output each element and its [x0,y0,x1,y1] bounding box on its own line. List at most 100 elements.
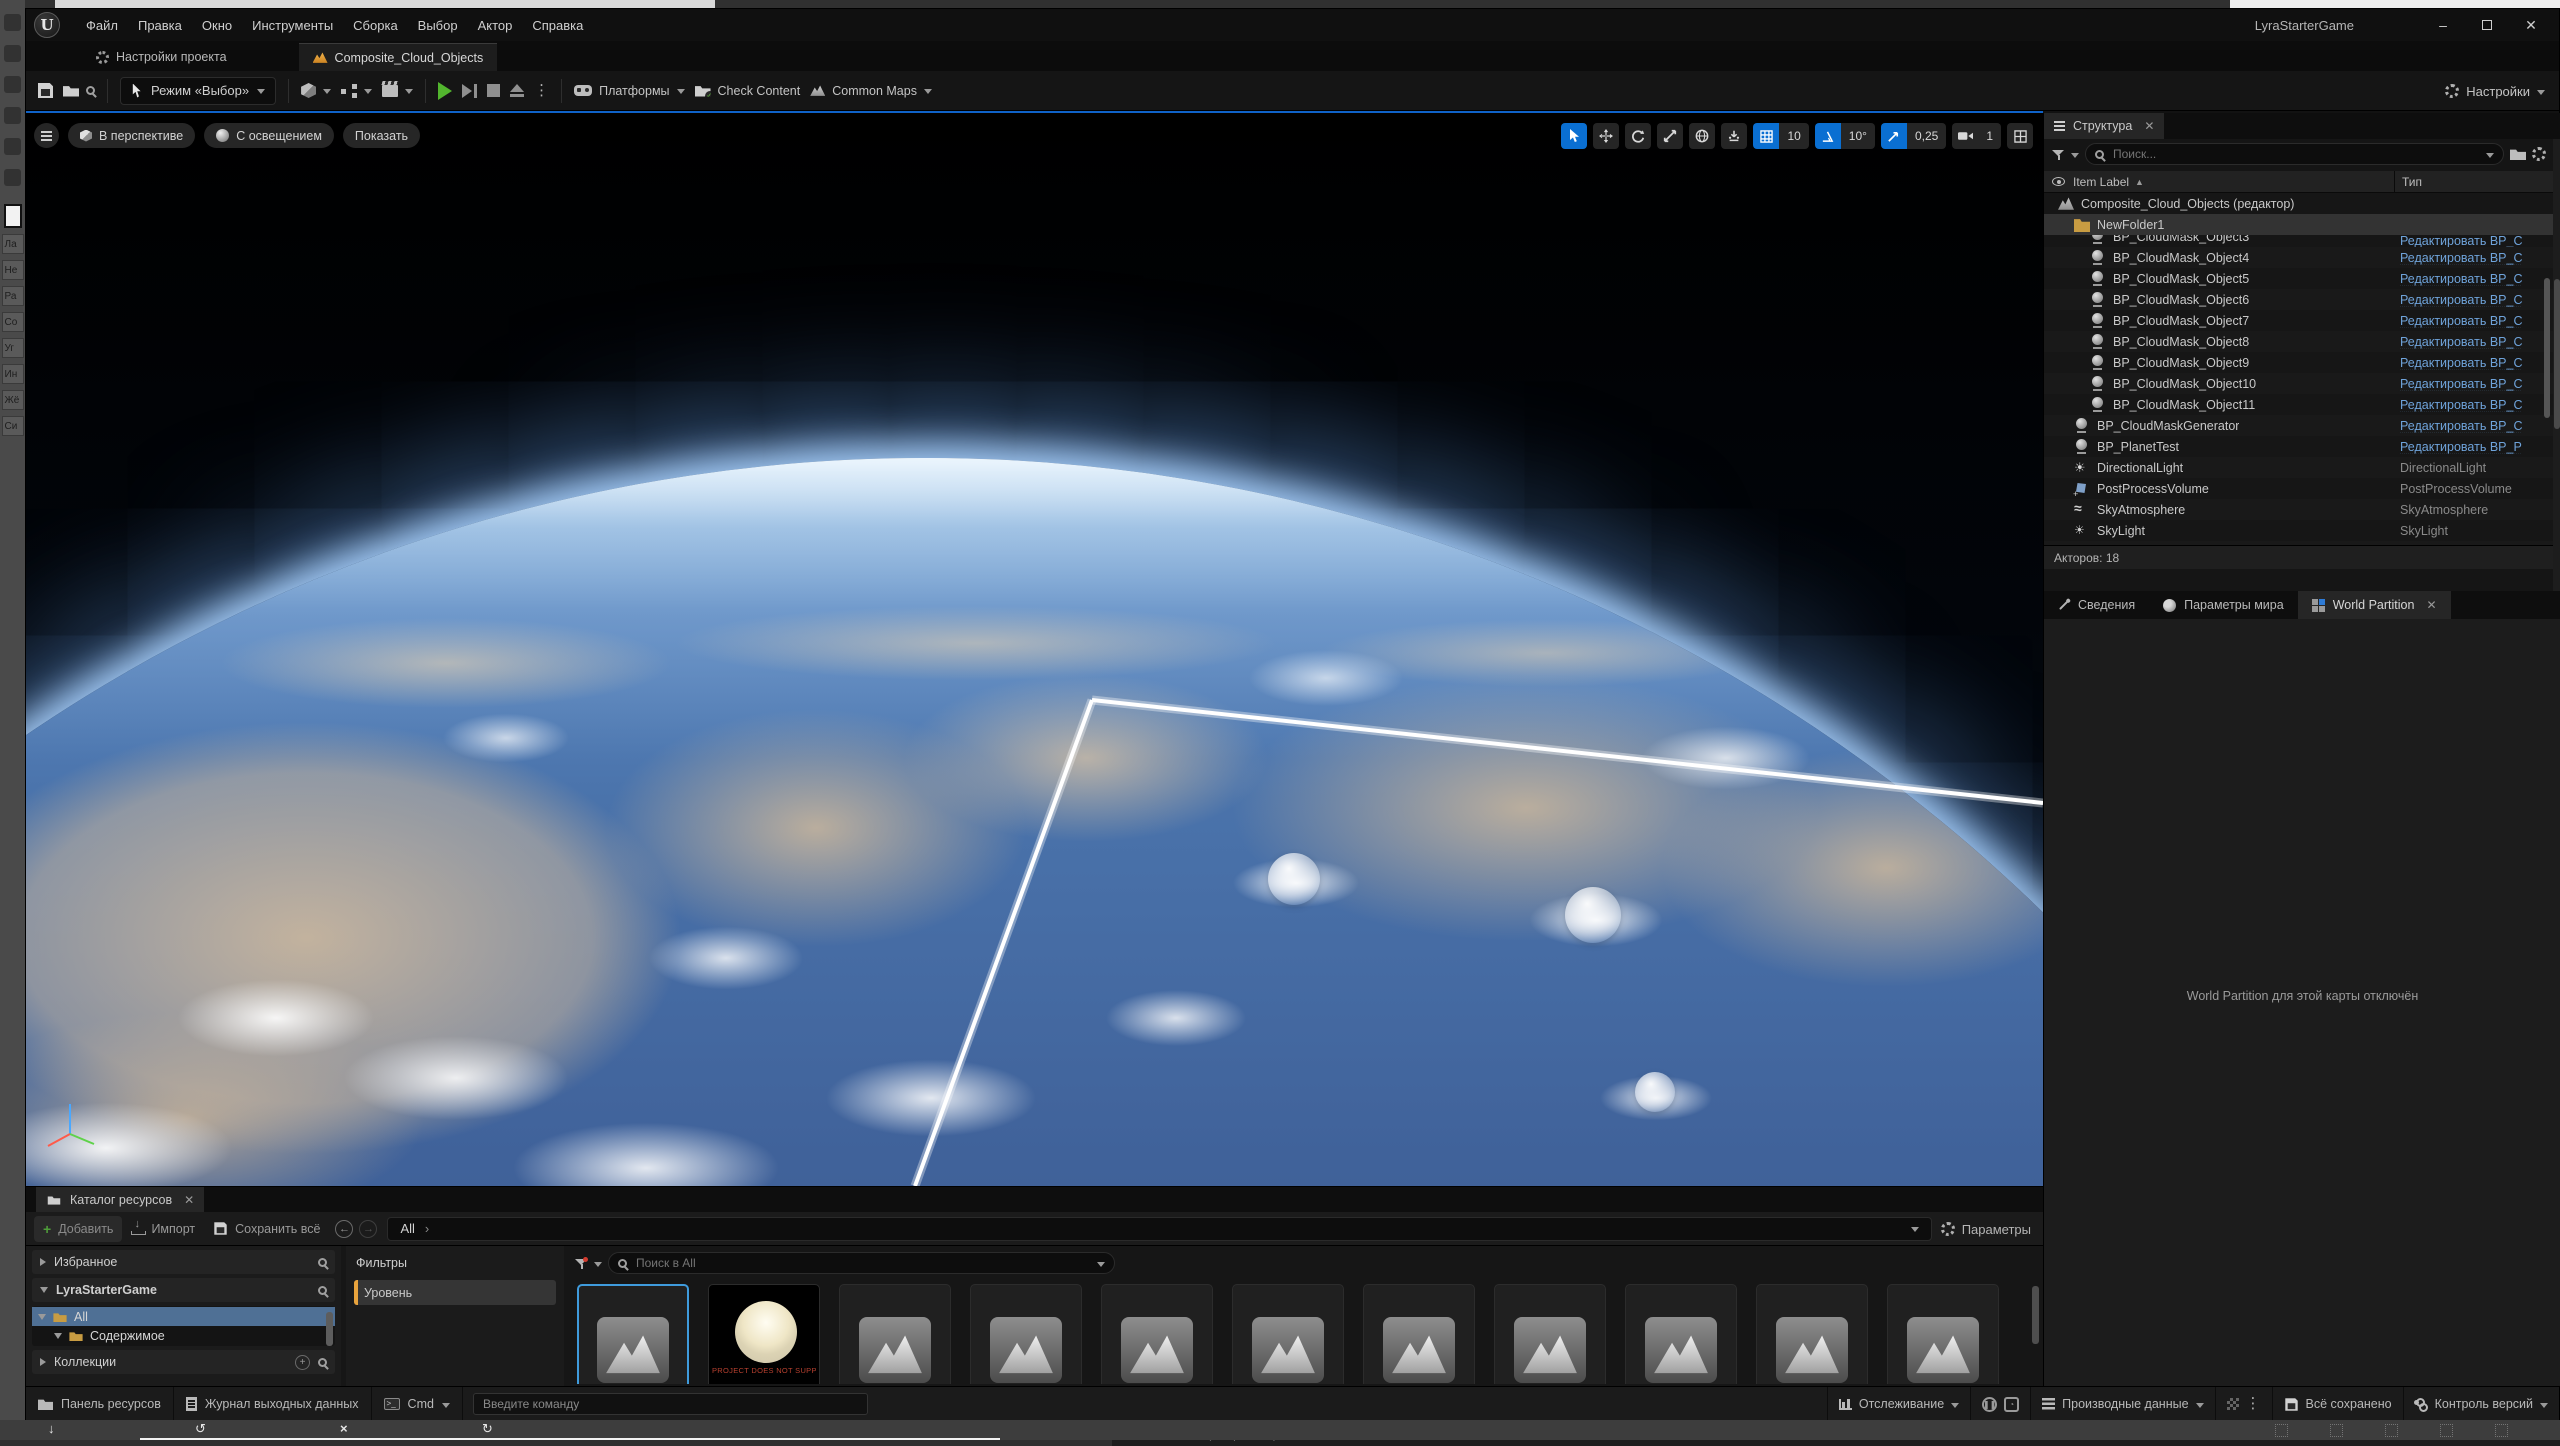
outliner-row[interactable]: SkyLight SkyLight [2044,520,2554,541]
add-collection-icon[interactable]: + [295,1355,310,1370]
content-drawer-button[interactable]: Панель ресурсов [26,1387,174,1422]
scale-snap-value[interactable]: 0,25 [1907,123,1946,149]
actor-type[interactable]: Редактировать BP_C [2400,251,2550,265]
tab-content-browser[interactable]: Каталог ресурсов ✕ [36,1187,204,1213]
misc-status-buttons[interactable]: ⋮ [2215,1387,2272,1422]
outliner-row[interactable]: BP_CloudMaskGenerator Редактировать BP_C [2044,415,2554,436]
menu-item[interactable]: Сборка [343,18,408,33]
console-input[interactable]: Введите команду [473,1393,868,1415]
trace-controls[interactable]: ❚❚ ◔ [1970,1387,2030,1422]
surface-snapping-button[interactable] [1721,123,1747,149]
filter-icon[interactable] [2052,150,2065,159]
insights-dropdown[interactable]: Отслеживание [1827,1387,1970,1422]
actor-type[interactable]: Редактировать BP_C [2400,335,2550,349]
stop-button[interactable] [487,84,500,97]
tab-level-composite-cloud-objects[interactable]: Composite_Cloud_Objects [299,43,498,71]
cinematics-dropdown[interactable] [382,85,413,97]
chevron-down-icon[interactable] [2486,153,2494,158]
level-viewport[interactable]: В перспективе С освещением Показать [26,113,2043,1186]
filter-icon[interactable] [575,1259,588,1268]
breadcrumb[interactable]: All › [387,1217,1932,1241]
breadcrumb-root[interactable]: All [400,1221,414,1236]
expander-icon[interactable] [40,1358,46,1366]
outliner-row[interactable]: BP_CloudMask_Object3 Редактировать BP_C [2044,235,2554,247]
outliner-scrollbar-track[interactable] [2553,139,2560,591]
menu-item[interactable]: Окно [192,18,242,33]
favorites-section[interactable]: Избранное [32,1250,335,1274]
eject-button[interactable] [510,84,524,97]
asset-tile[interactable] [577,1284,689,1384]
outliner-row[interactable]: BP_CloudMask_Object9 Редактировать BP_C [2044,352,2554,373]
view-mode-dropdown[interactable]: С освещением [204,123,334,148]
folder-all[interactable]: All [32,1307,335,1326]
blueprints-dropdown[interactable] [341,84,372,98]
output-log-button[interactable]: Журнал выходных данных [174,1387,372,1422]
play-options-button[interactable]: ⋮ [534,84,549,98]
cloud-mask-actor[interactable] [1565,887,1621,943]
actor-type[interactable]: DirectionalLight [2400,461,2550,475]
outliner-search-input[interactable] [2111,146,2479,162]
chevron-down-icon[interactable] [2071,153,2079,158]
angle-snap-group[interactable]: 10° [1815,123,1875,149]
asset-tile[interactable] [1494,1284,1606,1384]
editor-mode-dropdown[interactable]: Режим «Выбор» [120,77,276,105]
content-browser-options[interactable]: Параметры [1941,1212,2031,1246]
grid-snap-value[interactable]: 10 [1779,123,1808,149]
tab-world-partition[interactable]: World Partition ✕ [2298,591,2451,619]
asset-tile[interactable] [1756,1284,1868,1384]
derived-data-dropdown[interactable]: Производные данные [2030,1387,2214,1422]
outliner-row[interactable]: BP_CloudMask_Object5 Редактировать BP_C [2044,268,2554,289]
actor-type[interactable]: Редактировать BP_C [2400,377,2550,391]
cloud-mask-actor[interactable] [1635,1072,1675,1112]
check-content-button[interactable]: ✓ Check Content [695,84,801,98]
asset-tile[interactable] [1887,1284,1999,1384]
outliner-row[interactable]: BP_CloudMask_Object4 Редактировать BP_C [2044,247,2554,268]
actor-type[interactable]: Редактировать BP_C [2400,272,2550,286]
actor-type[interactable]: Редактировать BP_C [2400,235,2550,247]
actor-type[interactable]: Редактировать BP_C [2400,356,2550,370]
menu-item[interactable]: Инструменты [242,18,343,33]
expander-icon[interactable] [40,1287,48,1293]
actor-type[interactable]: SkyAtmosphere [2400,503,2550,517]
collections-section[interactable]: Коллекции + [32,1350,335,1374]
console-mode-dropdown[interactable]: >_ Cmd [372,1387,463,1422]
save-status-button[interactable]: Всё сохранено [2272,1387,2403,1422]
editor-settings-dropdown[interactable]: Настройки [2445,71,2545,111]
search-icon[interactable] [318,1286,327,1295]
outliner-row[interactable]: BP_CloudMask_Object8 Редактировать BP_C [2044,331,2554,352]
skip-button[interactable] [462,84,477,98]
outliner-search-field[interactable] [2085,143,2504,165]
tab-details[interactable]: Сведения [2044,591,2149,619]
outliner-row[interactable]: BP_PlanetTest Редактировать BP_P [2044,436,2554,457]
actor-type[interactable]: Редактировать BP_C [2400,419,2550,433]
asset-tile[interactable] [970,1284,1082,1384]
viewport-options-button[interactable] [34,123,59,148]
asset-tile[interactable] [1625,1284,1737,1384]
save-button[interactable] [38,83,53,98]
create-folder-icon[interactable] [2510,148,2526,160]
camera-speed-value[interactable]: 1 [1978,123,2001,149]
scale-tool-button[interactable] [1657,123,1683,149]
actor-type[interactable]: PostProcessVolume [2400,482,2550,496]
folder-content[interactable]: Содержимое [32,1326,335,1345]
maximize-viewport-button[interactable] [2007,123,2033,149]
expander-icon[interactable] [40,1258,46,1266]
outliner-row[interactable]: BP_CloudMask_Object6 Редактировать BP_C [2044,289,2554,310]
add-actor-dropdown[interactable]: + [301,83,331,98]
play-button[interactable] [438,82,452,100]
outliner-column-header[interactable]: Item Label ▲ Тип [2044,171,2554,193]
asset-tile[interactable]: PROJECT DOES NOT SUPPORT ATMOSPH [708,1284,820,1384]
chevron-down-icon[interactable] [594,1262,602,1267]
actor-type[interactable]: Редактировать BP_C [2400,293,2550,307]
world-coordinate-button[interactable] [1689,123,1715,149]
menu-item[interactable]: Актор [468,18,523,33]
project-section[interactable]: LyraStarterGame [32,1278,335,1302]
expander-icon[interactable] [54,1333,62,1339]
outliner-row[interactable]: DirectionalLight DirectionalLight [2044,457,2554,478]
asset-search-field[interactable] [608,1252,1115,1274]
asset-search-input[interactable] [634,1255,1090,1271]
expander-icon[interactable] [38,1314,46,1320]
search-icon[interactable] [318,1358,327,1367]
taskbar-undo-icon[interactable]: ↺ [195,1421,206,1437]
visibility-eye-icon[interactable] [2052,177,2065,186]
